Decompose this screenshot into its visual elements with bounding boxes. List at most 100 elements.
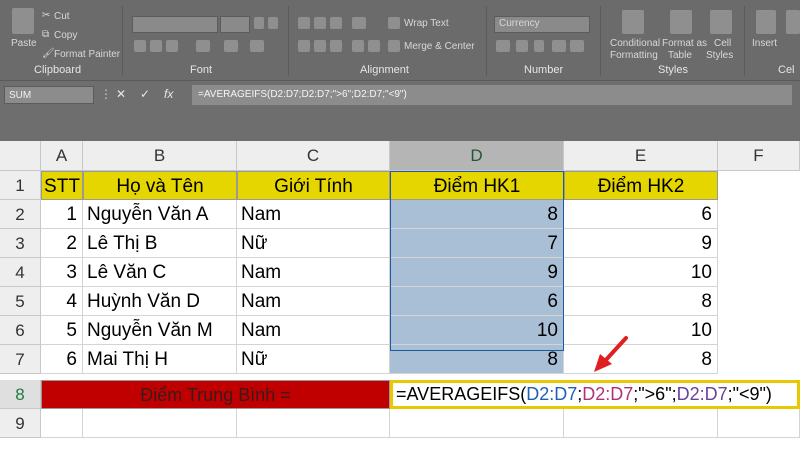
row-header-6[interactable]: 6 [0,316,41,345]
align-right-icon[interactable] [330,40,342,52]
number-format-dropdown[interactable]: Currency [494,16,590,33]
average-label-cell[interactable]: Điểm Trung Bình = [41,380,390,409]
cell-name[interactable]: Lê Thị B [83,229,237,258]
header-cell-name[interactable]: Họ và Tên [83,171,237,200]
format-as-table-icon[interactable] [670,10,692,34]
column-header-d[interactable]: D [390,141,564,171]
cell-hk2[interactable]: 8 [564,345,718,374]
cell-stt[interactable]: 2 [41,229,83,258]
paste-button[interactable]: Paste [11,38,37,49]
header-cell-hk2[interactable]: Điểm HK2 [564,171,718,200]
align-left-icon[interactable] [298,40,310,52]
cell-hk1[interactable]: 9 [390,258,564,287]
empty-cell[interactable] [41,409,83,438]
paste-icon[interactable] [12,8,34,34]
header-cell-hk1[interactable]: Điểm HK1 [390,171,564,200]
row-header-5[interactable]: 5 [0,287,41,316]
empty-cell[interactable] [237,409,390,438]
cut-icon[interactable]: ✂ [42,10,50,21]
format-as-table-button-line2[interactable]: Table [668,50,692,61]
copy-icon[interactable]: ⧉ [42,29,49,40]
cell-stt[interactable]: 4 [41,287,83,316]
orientation-icon[interactable] [352,17,366,29]
cell-hk1[interactable]: 7 [390,229,564,258]
cell-gender[interactable]: Nam [237,200,390,229]
row-header-4[interactable]: 4 [0,258,41,287]
header-cell-gender[interactable]: Giới Tính [237,171,390,200]
column-header-b[interactable]: B [83,141,237,171]
font-name-dropdown[interactable] [132,16,218,33]
percent-icon[interactable] [516,40,528,52]
fill-color-icon[interactable] [224,40,238,52]
wrap-text-button[interactable]: Wrap Text [404,18,449,29]
column-header-a[interactable]: A [41,141,83,171]
decrease-font-icon[interactable] [268,17,278,29]
row-header-7[interactable]: 7 [0,345,41,374]
worksheet-grid[interactable]: A B C D E F 1 2 3 4 5 6 7 8 9 STT Họ và … [0,141,800,450]
align-top-icon[interactable] [298,17,310,29]
cell-hk2[interactable]: 8 [564,287,718,316]
cell-stt[interactable]: 3 [41,258,83,287]
cell-gender[interactable]: Nam [237,258,390,287]
merge-center-button[interactable]: Merge & Center [404,41,475,52]
conditional-formatting-icon[interactable] [622,10,644,34]
cut-button[interactable]: Cut [54,11,70,22]
cell-gender[interactable]: Nữ [237,229,390,258]
header-cell-stt[interactable]: STT [41,171,83,200]
row-header-1[interactable]: 1 [0,171,41,200]
cell-hk2[interactable]: 6 [564,200,718,229]
format-as-table-button[interactable]: Format as [662,38,707,49]
decrease-decimal-icon[interactable] [570,40,584,52]
format-painter-button[interactable]: Format Painter [54,49,120,60]
cell-name[interactable]: Mai Thị H [83,345,237,374]
cell-styles-button-line2[interactable]: Styles [706,50,733,61]
cell-hk1[interactable]: 8 [390,200,564,229]
cell-gender[interactable]: Nữ [237,345,390,374]
formula-input[interactable]: =AVERAGEIFS(D2:D7;D2:D7;">6";D2:D7;"<9") [192,85,792,105]
font-color-icon[interactable] [250,40,264,52]
merge-center-icon[interactable] [388,40,400,52]
align-center-icon[interactable] [314,40,326,52]
column-header-e[interactable]: E [564,141,718,171]
conditional-formatting-button[interactable]: Conditional [610,38,660,49]
copy-button[interactable]: Copy [54,30,77,41]
cell-hk2[interactable]: 9 [564,229,718,258]
borders-icon[interactable] [196,40,210,52]
increase-font-icon[interactable] [254,17,264,29]
cell-hk1[interactable]: 10 [390,316,564,345]
cell-name[interactable]: Lê Văn C [83,258,237,287]
column-header-f[interactable]: F [718,141,800,171]
align-middle-icon[interactable] [314,17,326,29]
select-all-corner[interactable] [0,141,41,171]
format-painter-icon[interactable]: 🖌 [42,48,55,59]
font-size-dropdown[interactable] [220,16,250,33]
comma-style-icon[interactable] [534,40,544,52]
cell-stt[interactable]: 5 [41,316,83,345]
decrease-indent-icon[interactable] [352,40,364,52]
currency-icon[interactable] [496,40,510,52]
cell-gender[interactable]: Nam [237,287,390,316]
cell-name[interactable]: Huỳnh Văn D [83,287,237,316]
cell-gender[interactable]: Nam [237,316,390,345]
italic-icon[interactable] [150,40,162,52]
cell-hk1[interactable]: 8 [390,345,564,374]
row-header-9[interactable]: 9 [0,409,41,438]
align-bottom-icon[interactable] [330,17,342,29]
increase-indent-icon[interactable] [368,40,380,52]
insert-cells-icon[interactable] [756,10,776,34]
delete-cells-icon[interactable] [786,10,800,34]
insert-function-icon[interactable]: fx [164,87,173,101]
empty-cell[interactable] [718,409,800,438]
cell-styles-icon[interactable] [710,10,732,34]
row-header-8[interactable]: 8 [0,380,41,409]
insert-button[interactable]: Insert [752,38,777,49]
enter-icon[interactable]: ✓ [140,87,150,101]
cell-name[interactable]: Nguyễn Văn M [83,316,237,345]
cell-name[interactable]: Nguyễn Văn A [83,200,237,229]
underline-icon[interactable] [166,40,178,52]
cancel-icon[interactable]: ✕ [116,87,126,101]
name-box[interactable]: SUM [4,86,94,104]
cell-hk1[interactable]: 6 [390,287,564,316]
empty-cell[interactable] [83,409,237,438]
empty-cell[interactable] [390,409,564,438]
